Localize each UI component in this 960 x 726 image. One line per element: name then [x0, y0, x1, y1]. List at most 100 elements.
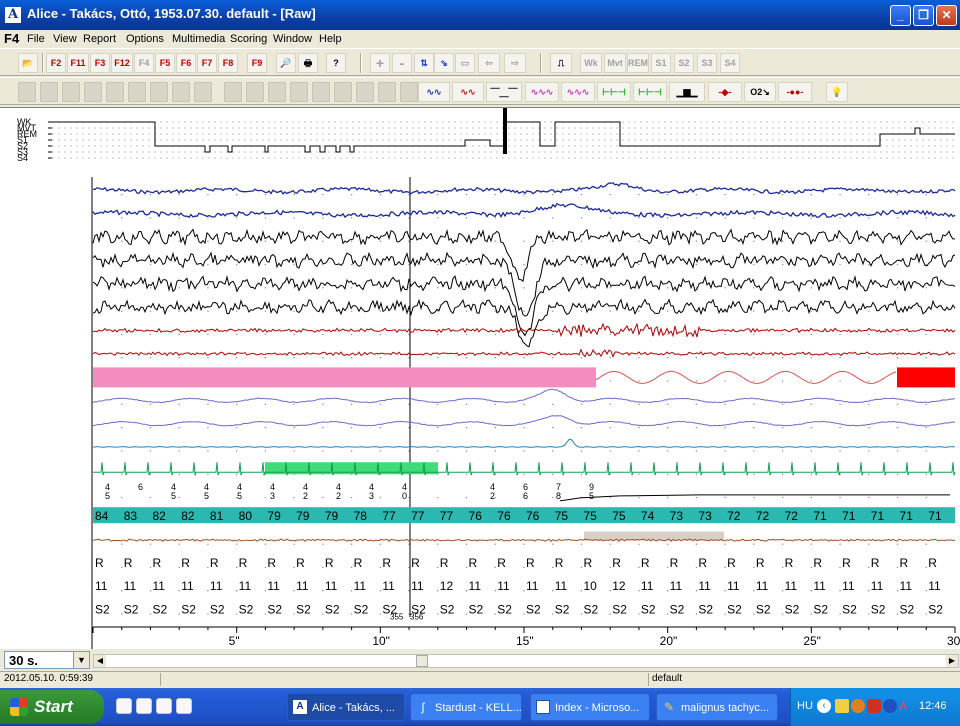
scroll-left-icon[interactable]: ◀	[94, 655, 106, 667]
emg-wave-icon[interactable]: ∿∿	[452, 82, 484, 102]
disabled-button[interactable]	[84, 82, 102, 102]
help-button[interactable]: ?	[326, 53, 346, 73]
tray-font-icon[interactable]: A	[899, 699, 913, 713]
o2-desat-button[interactable]: O2↘	[744, 82, 776, 102]
flow-wave-icon[interactable]: ⎺⎽⎺	[486, 82, 522, 102]
disabled-button[interactable]	[18, 82, 36, 102]
arousal-wave-icon[interactable]: ⊢⊢⊣	[633, 82, 667, 102]
f12-button[interactable]: F12	[111, 53, 133, 73]
quicklaunch-ie-icon[interactable]	[116, 698, 132, 714]
grid-dot	[839, 380, 841, 382]
tray-antivirus-icon[interactable]	[867, 699, 881, 713]
quicklaunch-media-icon[interactable]	[156, 698, 172, 714]
menu-file[interactable]: File	[27, 33, 45, 45]
open-folder-icon[interactable]: 📂	[18, 53, 38, 73]
disabled-button[interactable]	[268, 82, 286, 102]
disabled-button[interactable]	[290, 82, 308, 102]
f7-button[interactable]: F7	[197, 53, 217, 73]
f5-button[interactable]: F5	[155, 53, 175, 73]
plm-icon[interactable]: -●●-	[778, 82, 812, 102]
spindle-wave-icon[interactable]: ∿∿∿	[525, 82, 559, 102]
disabled-button[interactable]	[334, 82, 352, 102]
tray-security-icon[interactable]	[835, 699, 849, 713]
amplitude-down-icon[interactable]: ⇘	[434, 53, 454, 73]
find-icon[interactable]: 🔎	[276, 53, 296, 73]
zoom-out-icon[interactable]: -	[392, 53, 412, 73]
limb-movement-icon[interactable]: -◆-	[708, 82, 742, 102]
scrollbar-thumb[interactable]	[416, 655, 428, 667]
stage-mvt-button[interactable]: Mvt	[604, 53, 626, 73]
stage-wk-button[interactable]: Wk	[580, 53, 602, 73]
ecg-wave-icon[interactable]: ⊢⊢⊣	[597, 82, 631, 102]
eeg-wave-icon[interactable]: ∿∿	[418, 82, 450, 102]
menu-view[interactable]: View	[53, 33, 77, 45]
grid-dot	[379, 193, 382, 196]
stage-s3-button[interactable]: S3	[697, 53, 717, 73]
stage-s1-button[interactable]: S1	[651, 53, 671, 73]
back-arrow-icon[interactable]: ⇦	[478, 53, 500, 73]
chevron-down-icon[interactable]: ▼	[73, 652, 89, 668]
hypnogram-icon[interactable]: ⎍	[550, 53, 572, 73]
f11-button[interactable]: F11	[67, 53, 89, 73]
grid-dot	[121, 450, 123, 452]
quicklaunch-app-icon[interactable]	[136, 698, 152, 714]
menu-scoring[interactable]: Scoring	[230, 33, 267, 45]
stage-s4-button[interactable]: S4	[720, 53, 740, 73]
disabled-button[interactable]	[106, 82, 124, 102]
f8-button[interactable]: F8	[218, 53, 238, 73]
task-alice[interactable]: A Alice - Takács, ...	[287, 693, 405, 721]
minimize-button[interactable]: _	[890, 5, 911, 26]
task-index[interactable]: Index - Microso...	[530, 693, 650, 721]
disabled-button[interactable]	[40, 82, 58, 102]
disabled-button[interactable]	[128, 82, 146, 102]
tray-app-icon[interactable]	[851, 699, 865, 713]
close-button[interactable]: ✕	[936, 5, 957, 26]
alice-app-icon[interactable]: A	[5, 7, 21, 23]
kcomplex-wave-icon[interactable]: ∿∿∿	[561, 82, 595, 102]
print-icon[interactable]: 🖶	[298, 53, 318, 73]
menu-report[interactable]: Report	[83, 33, 116, 45]
f9-button[interactable]: F9	[247, 53, 267, 73]
scroll-right-icon[interactable]: ▶	[946, 655, 958, 667]
start-button[interactable]: Start	[0, 690, 104, 724]
tray-expand-icon[interactable]: ‹	[817, 699, 831, 713]
time-scrollbar[interactable]: ◀ ▶	[93, 654, 959, 668]
lightbulb-icon[interactable]: 💡	[826, 82, 848, 102]
amplitude-up-icon[interactable]: ⇅	[414, 53, 434, 73]
title-bar[interactable]: A Alice - Takács, Ottó, 1953.07.30. defa…	[0, 0, 960, 30]
hypnogram-panel[interactable]: WK MVT REM S1 S2 S3 S4	[0, 107, 960, 177]
f6-button[interactable]: F6	[176, 53, 196, 73]
f3-button[interactable]: F3	[90, 53, 110, 73]
disabled-button[interactable]	[62, 82, 80, 102]
stage-s2-button[interactable]: S2	[674, 53, 694, 73]
disabled-button[interactable]	[246, 82, 264, 102]
disabled-button[interactable]	[150, 82, 168, 102]
disabled-button[interactable]	[312, 82, 330, 102]
language-indicator[interactable]: HU	[797, 700, 813, 712]
disabled-button[interactable]	[224, 82, 242, 102]
maximize-button[interactable]: ❐	[913, 5, 934, 26]
disabled-button[interactable]	[356, 82, 374, 102]
disabled-button[interactable]	[378, 82, 396, 102]
epoch-length-select[interactable]: 30 s. ▼	[4, 651, 90, 669]
disabled-button[interactable]	[194, 82, 212, 102]
quicklaunch-app2-icon[interactable]	[176, 698, 192, 714]
task-malignus[interactable]: ✎ malignus tachyc...	[656, 693, 778, 721]
menu-options[interactable]: Options	[126, 33, 164, 45]
disabled-button[interactable]	[172, 82, 190, 102]
grid-dot	[638, 357, 640, 359]
forward-arrow-icon[interactable]: ⇨	[504, 53, 526, 73]
stage-rem-button[interactable]: REM	[627, 53, 649, 73]
f2-button[interactable]: F2	[46, 53, 66, 73]
f4-button[interactable]: F4	[134, 53, 154, 73]
menu-multimedia[interactable]: Multimedia	[172, 33, 225, 45]
signal-panel[interactable]: LEOG0REOG0~C3A20~C4A10~O1A20~O2A10~EMG0~…	[0, 177, 960, 649]
menu-window[interactable]: Window	[273, 33, 312, 45]
menu-help[interactable]: Help	[319, 33, 342, 45]
apnea-icon[interactable]: ▁▆▁	[669, 82, 705, 102]
disabled-button[interactable]	[400, 82, 418, 102]
zoom-in-icon[interactable]: +	[370, 53, 390, 73]
tray-search-icon[interactable]	[883, 699, 897, 713]
frame-icon[interactable]: ▭	[455, 53, 475, 73]
task-stardust[interactable]: ʃ Stardust - KELL...	[410, 693, 522, 721]
